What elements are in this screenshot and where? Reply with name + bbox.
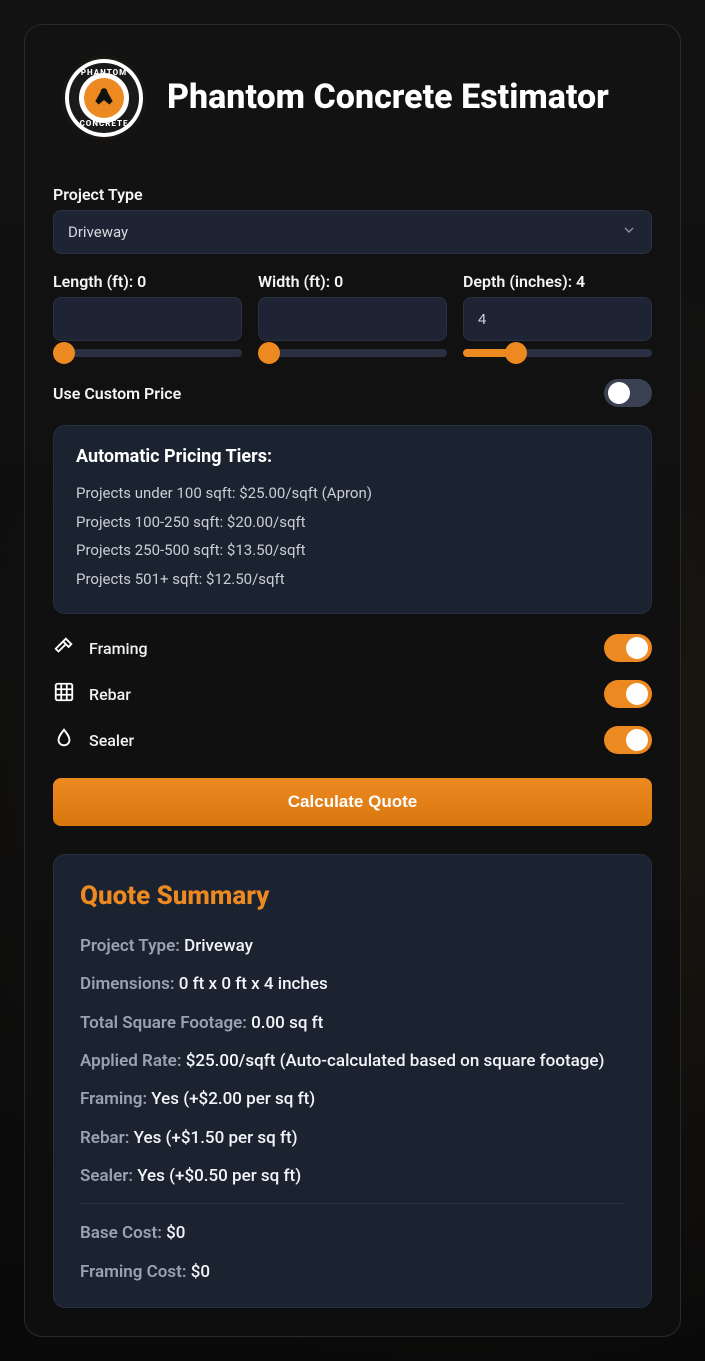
summary-sealer: Sealer: Yes (+$0.50 per sq ft) (80, 1163, 625, 1189)
project-type-field: Project Type Driveway (53, 185, 652, 254)
summary-rate: Applied Rate: $25.00/sqft (Auto-calculat… (80, 1048, 625, 1074)
width-field: Width (ft): 0 (258, 272, 447, 361)
length-field: Length (ft): 0 (53, 272, 242, 361)
logo-text-bottom: CONCRETE (80, 119, 129, 128)
summary-framing-cost: Framing Cost: $0 (80, 1259, 625, 1285)
page-title: Phantom Concrete Estimator (167, 79, 609, 116)
custom-price-label: Use Custom Price (53, 384, 181, 403)
project-type-label: Project Type (53, 185, 652, 204)
quote-summary-title: Quote Summary (80, 881, 625, 911)
rebar-toggle[interactable] (604, 680, 652, 708)
chevron-down-icon (621, 222, 637, 242)
framing-row: Framing (53, 632, 652, 664)
pricing-tiers-panel: Automatic Pricing Tiers: Projects under … (53, 425, 652, 614)
dimensions-row: Length (ft): 0 Width (ft): 0 Depth (inch… (53, 272, 652, 361)
framing-label: Framing (89, 639, 148, 658)
sealer-label: Sealer (89, 731, 134, 750)
quote-summary-panel: Quote Summary Project Type: Driveway Dim… (53, 854, 652, 1308)
depth-slider[interactable] (463, 349, 652, 357)
width-slider[interactable] (258, 349, 447, 357)
summary-divider (80, 1203, 625, 1204)
project-type-value: Driveway (68, 223, 128, 241)
rebar-row: Rebar (53, 678, 652, 710)
rebar-label: Rebar (89, 685, 131, 704)
header: PHANTOM CONCRETE Phantom Concrete Estima… (25, 25, 680, 185)
pricing-tier-line: Projects 100-250 sqft: $20.00/sqft (76, 508, 629, 537)
logo: PHANTOM CONCRETE (59, 53, 149, 143)
summary-sqft: Total Square Footage: 0.00 sq ft (80, 1010, 625, 1036)
grid-icon (53, 681, 75, 707)
custom-price-row: Use Custom Price (53, 379, 652, 407)
depth-field: Depth (inches): 4 (463, 272, 652, 361)
framing-toggle[interactable] (604, 634, 652, 662)
summary-rebar: Rebar: Yes (+$1.50 per sq ft) (80, 1125, 625, 1151)
length-input[interactable] (53, 297, 242, 341)
logo-text-top: PHANTOM (81, 68, 127, 77)
project-type-select[interactable]: Driveway (53, 210, 652, 254)
width-input[interactable] (258, 297, 447, 341)
summary-base-cost: Base Cost: $0 (80, 1220, 625, 1246)
summary-project-type: Project Type: Driveway (80, 933, 625, 959)
sealer-row: Sealer (53, 724, 652, 756)
width-label: Width (ft): 0 (258, 272, 447, 291)
custom-price-toggle[interactable] (604, 379, 652, 407)
summary-framing: Framing: Yes (+$2.00 per sq ft) (80, 1086, 625, 1112)
pricing-tier-line: Projects under 100 sqft: $25.00/sqft (Ap… (76, 479, 629, 508)
options-group: Framing Rebar Sealer (53, 632, 652, 756)
hammer-icon (53, 635, 75, 661)
length-label: Length (ft): 0 (53, 272, 242, 291)
pricing-tier-line: Projects 250-500 sqft: $13.50/sqft (76, 536, 629, 565)
summary-dimensions: Dimensions: 0 ft x 0 ft x 4 inches (80, 971, 625, 997)
depth-input[interactable] (463, 297, 652, 341)
pricing-tiers-title: Automatic Pricing Tiers: (76, 446, 629, 467)
droplet-icon (53, 727, 75, 753)
pricing-tier-line: Projects 501+ sqft: $12.50/sqft (76, 565, 629, 594)
length-slider[interactable] (53, 349, 242, 357)
calculate-button[interactable]: Calculate Quote (53, 778, 652, 826)
estimator-card: PHANTOM CONCRETE Phantom Concrete Estima… (24, 24, 681, 1337)
depth-label: Depth (inches): 4 (463, 272, 652, 291)
sealer-toggle[interactable] (604, 726, 652, 754)
